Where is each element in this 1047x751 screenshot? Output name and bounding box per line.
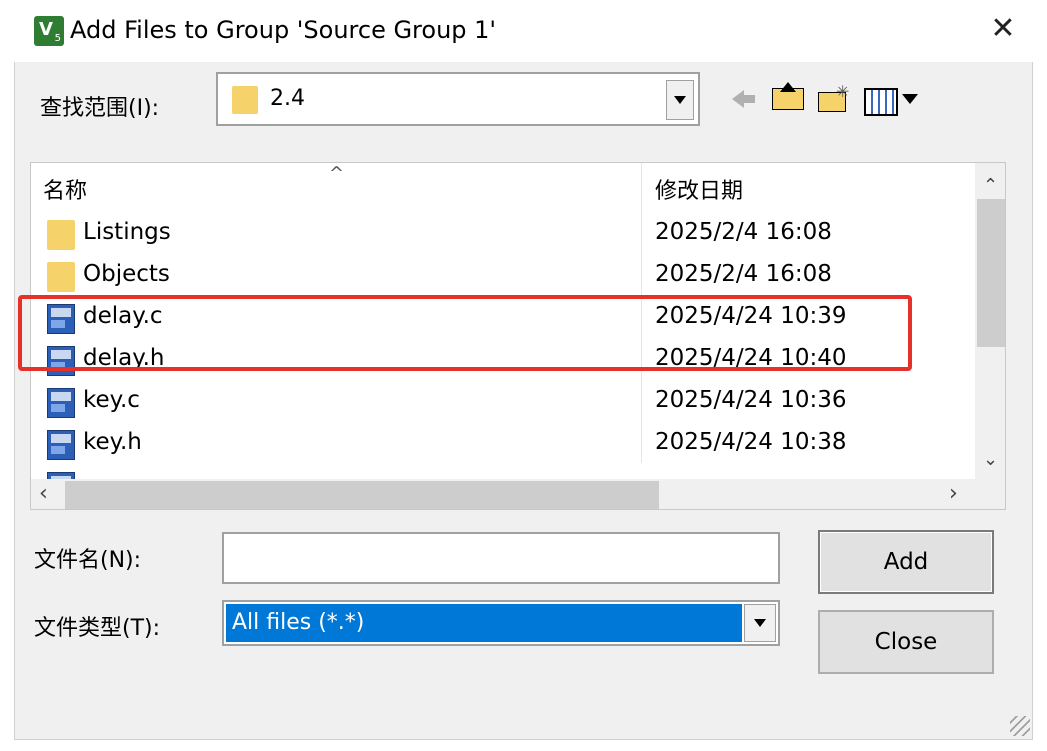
close-window-button[interactable]: ✕ <box>986 12 1020 46</box>
column-header-name[interactable]: 名称 <box>43 173 87 205</box>
list-item[interactable]: key.c 2025/4/24 10:36 <box>31 381 967 423</box>
up-folder-icon[interactable] <box>770 82 804 116</box>
scroll-left-icon[interactable]: ‹ <box>39 481 48 506</box>
keil-app-icon: V 5 <box>34 16 64 46</box>
vertical-scroll-thumb[interactable] <box>977 199 1005 347</box>
scroll-down-icon[interactable]: ⌄ <box>983 449 998 470</box>
list-header: ^ 名称 修改日期 <box>31 163 967 463</box>
item-name: key.c <box>83 387 140 413</box>
app-icon-letter: V <box>39 19 53 40</box>
item-date: 2025/2/4 16:08 <box>655 261 832 287</box>
scroll-right-icon[interactable]: › <box>949 481 958 506</box>
filetype-dropdown-button[interactable] <box>744 604 776 642</box>
app-icon-sub: 5 <box>54 33 61 44</box>
folder-icon <box>47 220 75 250</box>
item-name: key.h <box>83 429 142 455</box>
folder-icon <box>47 262 75 292</box>
close-button[interactable]: Close <box>818 610 994 674</box>
resize-grip-icon[interactable] <box>1010 716 1030 736</box>
filename-input[interactable] <box>222 532 780 584</box>
item-date: 2025/4/24 10:38 <box>655 429 847 455</box>
list-item[interactable]: Objects 2025/2/4 16:08 <box>31 255 967 297</box>
folder-icon <box>232 86 258 114</box>
item-date: 2025/4/24 10:36 <box>655 387 847 413</box>
vertical-scrollbar[interactable]: ⌃ ⌄ <box>975 163 1005 479</box>
filename-label: 文件名(N): <box>34 548 142 573</box>
source-file-icon <box>47 430 75 460</box>
filetype-combobox[interactable]: All files (*.*) <box>222 600 780 646</box>
lookin-value: 2.4 <box>270 86 305 111</box>
new-folder-icon[interactable]: ✳ <box>816 82 850 116</box>
item-name: Objects <box>83 261 170 287</box>
annotation-highlight-box <box>18 295 912 371</box>
item-name: Listings <box>83 219 171 245</box>
lookin-combobox[interactable]: 2.4 <box>216 72 700 126</box>
item-date: 2025/2/4 16:08 <box>655 219 832 245</box>
list-item[interactable]: Listings 2025/2/4 16:08 <box>31 213 967 255</box>
filetype-value: All files (*.*) <box>226 604 742 642</box>
source-file-icon <box>47 388 75 418</box>
horizontal-scrollbar[interactable]: ‹ › <box>31 479 1005 509</box>
view-menu-icon[interactable] <box>864 82 920 116</box>
list-item[interactable]: key.h 2025/4/24 10:38 <box>31 423 967 465</box>
column-header-date[interactable]: 修改日期 <box>655 173 743 205</box>
sort-indicator-icon: ^ <box>329 163 345 184</box>
back-arrow-icon[interactable] <box>728 82 762 116</box>
add-button[interactable]: Add <box>818 530 994 594</box>
lookin-dropdown-button[interactable] <box>666 80 694 120</box>
filetype-label: 文件类型(T): <box>34 616 161 641</box>
horizontal-scroll-thumb[interactable] <box>65 481 659 509</box>
dialog-title: Add Files to Group 'Source Group 1' <box>70 16 497 44</box>
title-bar: V 5 Add Files to Group 'Source Group 1' … <box>14 0 1033 62</box>
scroll-up-icon[interactable]: ⌃ <box>983 175 998 196</box>
lookin-label: 查找范围(I): <box>40 96 160 121</box>
